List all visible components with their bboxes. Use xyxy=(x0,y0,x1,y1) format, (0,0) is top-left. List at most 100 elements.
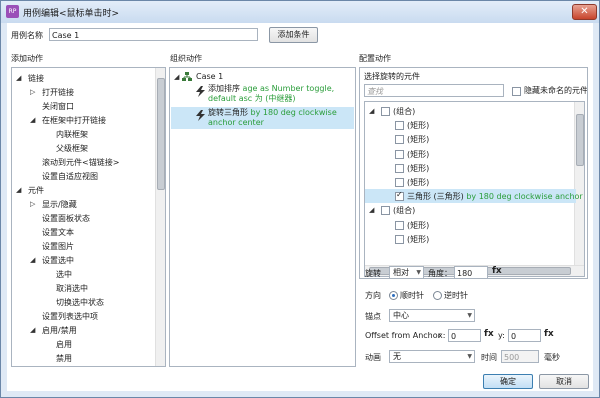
widget-name: (矩形) xyxy=(407,121,430,131)
chevron-down-icon: ▼ xyxy=(467,353,472,360)
action-tree-item[interactable]: 设置文本 xyxy=(42,226,74,239)
widget-checkbox[interactable] xyxy=(395,121,404,131)
case-label[interactable]: Case 1 xyxy=(196,70,223,83)
widget-tree-item[interactable]: (组合) xyxy=(393,105,415,118)
widget-checkbox[interactable] xyxy=(395,149,404,159)
action-tree-item[interactable]: 滚动到元件<锚链接> xyxy=(42,156,119,169)
cancel-button[interactable]: 取消 xyxy=(539,374,589,389)
widget-checkbox[interactable] xyxy=(395,178,404,187)
widget-checkbox[interactable] xyxy=(395,190,404,202)
widget-checkbox[interactable] xyxy=(395,220,404,230)
window-title: 用例编辑<鼠标单击时> xyxy=(23,9,120,19)
expander-icon[interactable]: ▷ xyxy=(30,200,35,208)
widget-checkbox[interactable] xyxy=(395,234,404,244)
scroll-thumb[interactable] xyxy=(576,114,584,166)
action-tree-item[interactable]: 关闭窗口 xyxy=(42,100,74,113)
lightning-icon xyxy=(196,110,205,121)
expander-icon[interactable]: ◢ xyxy=(369,206,374,214)
widget-checkbox[interactable] xyxy=(381,206,390,216)
action-tree-item[interactable]: 取消选中 xyxy=(56,282,88,295)
configure-actions-heading: 配置动作 xyxy=(359,54,391,63)
anchor-select[interactable]: 中心 ▼ xyxy=(389,309,475,322)
offset-y-fx-button[interactable]: fx xyxy=(544,329,554,339)
widget-tree-item[interactable]: (矩形) xyxy=(407,176,429,189)
counterclockwise-radio[interactable] xyxy=(433,291,442,300)
add-condition-button[interactable]: 添加条件 xyxy=(269,27,318,43)
action-rotate-item[interactable]: 旋转三角形 by 180 deg clockwise anchor center xyxy=(208,108,352,128)
action-tree-item[interactable]: 设置列表选中项 xyxy=(42,310,98,323)
widget-name: (矩形) xyxy=(407,149,430,159)
expander-icon[interactable]: ◢ xyxy=(30,116,35,124)
action-tree-item[interactable]: 设置面板状态 xyxy=(42,212,90,225)
widget-name: 三角形 (三角形) xyxy=(407,192,464,202)
scroll-thumb[interactable] xyxy=(157,78,165,190)
widget-checkbox[interactable] xyxy=(395,135,404,145)
action-tree-item[interactable]: 内联框架 xyxy=(56,128,88,141)
action-tree-item[interactable]: 启用/禁用 xyxy=(42,324,77,337)
action-tree-item[interactable]: 元件 xyxy=(28,184,44,197)
action-tree-item[interactable]: 禁用 xyxy=(56,352,72,365)
case-icon xyxy=(182,72,192,81)
action-tree-item[interactable]: 在框架中打开链接 xyxy=(42,114,106,127)
organize-actions-heading: 组织动作 xyxy=(170,54,202,63)
add-actions-scrollbar[interactable] xyxy=(155,68,165,366)
rotate-mode-select[interactable]: 相对 ▼ xyxy=(389,266,424,279)
expander-icon[interactable]: ◢ xyxy=(16,186,21,194)
case-name-label: 用例名称 xyxy=(11,31,43,40)
action-tree-item[interactable]: 设置自适应视图 xyxy=(42,170,98,183)
expander-icon[interactable]: ◢ xyxy=(369,107,374,115)
close-button[interactable]: ✕ xyxy=(572,4,597,20)
add-actions-heading: 添加动作 xyxy=(11,54,43,63)
action-tree-item[interactable]: 选中 xyxy=(56,268,72,281)
direction-label: 方向 xyxy=(365,291,381,300)
action-sort-item[interactable]: 添加排序 age as Number toggle, default asc 为… xyxy=(208,84,350,104)
anchor-value: 中心 xyxy=(393,311,409,320)
organize-actions-tree: ◢ Case 1 添加排序 age as Number toggle, defa… xyxy=(169,67,356,367)
lightning-icon xyxy=(196,86,205,97)
action-tree-item[interactable]: 设置图片 xyxy=(42,240,74,253)
widget-tree-item[interactable]: 三角形 (三角形) by 180 deg clockwise anchor ce… xyxy=(407,190,584,203)
widget-name: (组合) xyxy=(393,206,416,216)
action-tree-item[interactable]: 链接 xyxy=(28,72,44,85)
expander-icon[interactable]: ◢ xyxy=(16,74,21,82)
app-icon: RP xyxy=(6,5,19,18)
widget-checkbox[interactable] xyxy=(381,107,390,116)
action-tree-item[interactable]: 切换选中状态 xyxy=(56,296,104,309)
offset-x-fx-button[interactable]: fx xyxy=(484,329,494,339)
hide-unnamed-checkbox[interactable] xyxy=(512,87,521,96)
widget-name: (矩形) xyxy=(407,234,430,244)
widget-tree-item[interactable]: (矩形) xyxy=(407,233,429,246)
widget-tree-item[interactable]: (矩形) xyxy=(407,133,429,146)
action-tree-item[interactable]: 设置选中 xyxy=(42,254,74,267)
angle-input[interactable]: 180 xyxy=(454,266,488,279)
widget-tree-item[interactable]: (矩形) xyxy=(407,219,429,232)
expander-icon[interactable]: ◢ xyxy=(30,326,35,334)
widget-tree-item[interactable]: (矩形) xyxy=(407,148,429,161)
offset-y-input[interactable]: 0 xyxy=(508,329,541,342)
ok-button[interactable]: 确定 xyxy=(483,374,533,389)
offset-label: Offset from Anchor xyxy=(365,331,441,340)
fx-button[interactable]: fx xyxy=(492,266,502,276)
time-input[interactable]: 500 xyxy=(501,350,539,363)
rotate-mode-value: 相对 xyxy=(393,268,409,277)
angle-label: 角度： xyxy=(428,269,452,278)
widget-tree-item[interactable]: (矩形) xyxy=(407,119,429,132)
expander-icon[interactable]: ◢ xyxy=(30,256,35,264)
widget-name: (矩形) xyxy=(407,178,430,187)
widget-checkbox[interactable] xyxy=(395,163,404,173)
animation-label: 动画 xyxy=(365,353,381,362)
action-tree-item[interactable]: 显示/隐藏 xyxy=(42,198,77,211)
widget-tree-item[interactable]: (矩形) xyxy=(407,162,429,175)
widget-tree-vscroll[interactable] xyxy=(574,102,584,266)
clockwise-radio[interactable] xyxy=(389,291,398,300)
action-tree-item[interactable]: 父级框架 xyxy=(56,142,88,155)
expander-icon[interactable]: ▷ xyxy=(30,88,35,96)
animation-select[interactable]: 无 ▼ xyxy=(389,350,475,363)
action-tree-item[interactable]: 启用 xyxy=(56,338,72,351)
case-name-input[interactable]: Case 1 xyxy=(49,28,258,41)
case-expander-icon[interactable]: ◢ xyxy=(174,73,179,81)
action-tree-item[interactable]: 打开链接 xyxy=(42,86,74,99)
widget-search-input[interactable]: 查找 xyxy=(364,84,504,97)
offset-x-input[interactable]: 0 xyxy=(448,329,481,342)
widget-tree-item[interactable]: (组合) xyxy=(393,204,415,217)
